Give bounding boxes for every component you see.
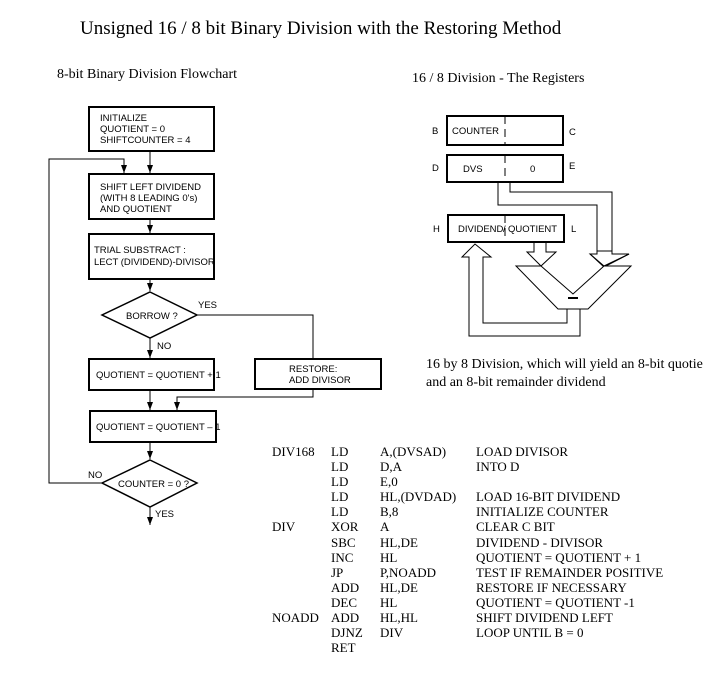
code-operand: B,8 (380, 504, 399, 520)
register-d-value: DVS (463, 164, 483, 175)
box-initialize-line: SHIFTCOUNTER = 4 (100, 135, 191, 146)
code-label (272, 580, 319, 595)
code-op: LD (331, 459, 349, 475)
code-operand: A (380, 519, 390, 535)
box-initialize-line: QUOTIENT = 0 (100, 124, 165, 135)
box-trial-subtract-line: TRIAL SUBSTRACT : (94, 245, 186, 256)
register-description: 16 by 8 Division, which will yield an 8-… (426, 357, 703, 390)
code-comment: DIVIDEND - DIVISOR (476, 534, 604, 550)
code-comment: INTO D (476, 459, 520, 475)
code-op: ADD (331, 579, 360, 595)
code-operand: E,0 (380, 474, 398, 490)
code-op: LD (331, 444, 349, 459)
counter-no-label: NO (88, 470, 102, 481)
box-restore-line: RESTORE: (289, 364, 337, 375)
box-quotient-dec-label: QUOTIENT = QUOTIENT – 1 (96, 422, 221, 433)
code-comment (476, 474, 663, 489)
register-label-e: E (569, 161, 575, 172)
code-comment: QUOTIENT = QUOTIENT + 1 (476, 549, 642, 565)
code-label (272, 565, 319, 580)
register-h-value: DIVIDEND (458, 224, 504, 235)
code-label: DIV168 (272, 444, 315, 459)
code-operand-column: A,(DVSAD) D,A E,0 HL,(DVDAD) B,8 A HL,DE HL P,NO… (380, 444, 456, 655)
register-b-value: COUNTER (452, 126, 499, 137)
dividend-pipe-left (525, 242, 558, 267)
code-label (272, 640, 319, 655)
code-comment (476, 640, 663, 655)
code-comment: SHIFT DIVIDEND LEFT (476, 610, 613, 626)
borrow-yes-label: YES (198, 300, 217, 311)
code-operand (380, 640, 456, 655)
code-comment: CLEAR C BIT (476, 519, 555, 535)
code-label-column: DIV168 DIV NOADD (272, 444, 319, 655)
code-operand: HL,DE (380, 534, 418, 550)
code-operand: A,(DVSAD) (380, 444, 447, 459)
box-shift-left-line: SHIFT LEFT DIVIDEND (100, 182, 201, 193)
code-comment: LOAD DIVISOR (476, 444, 569, 459)
counter-yes-label: YES (155, 509, 174, 520)
register-label-b: B (432, 126, 438, 137)
borrow-no-label: NO (157, 341, 171, 352)
code-comment: TEST IF REMAINDER POSITIVE (476, 564, 664, 580)
register-label-h: H (433, 224, 440, 235)
code-label (272, 459, 319, 474)
arrow-borrow-yes (197, 314, 314, 359)
code-op: INC (331, 549, 354, 565)
code-operand: DIV (380, 625, 404, 641)
code-label (272, 489, 319, 504)
box-initialize-line: INITIALIZE (100, 113, 147, 124)
code-label: DIV (272, 519, 296, 535)
register-label-l: L (571, 224, 576, 235)
box-quotient-inc-label: QUOTIENT = QUOTIENT + 1 (96, 370, 221, 381)
code-op: DEC (331, 594, 357, 610)
code-label (272, 474, 319, 489)
code-comment: RESTORE IF NECESSARY (476, 579, 627, 595)
register-label-c: C (569, 127, 576, 138)
code-comment: QUOTIENT = QUOTIENT -1 (476, 594, 635, 610)
code-operand: HL,DE (380, 579, 418, 595)
code-op: XOR (331, 519, 359, 535)
code-operand: D,A (380, 459, 403, 475)
box-restore-line: ADD DIVISOR (289, 375, 351, 386)
code-comment: LOAD 16-BIT DIVIDEND (476, 489, 621, 505)
code-operand: HL,HL (380, 610, 418, 626)
code-comment: LOOP UNTIL B = 0 (476, 625, 584, 641)
code-operand: HL (380, 549, 398, 565)
code-op: LD (331, 489, 349, 505)
code-label (272, 535, 319, 550)
code-operand: HL (380, 594, 398, 610)
code-operand: HL,(DVDAD) (380, 489, 457, 505)
code-label: NOADD (272, 610, 319, 626)
code-label (272, 595, 319, 610)
register-e-value: 0 (530, 164, 535, 175)
register-label-d: D (432, 163, 439, 174)
code-op: SBC (331, 534, 356, 550)
code-op: ADD (331, 610, 360, 626)
register-l-value: QUOTIENT (508, 224, 557, 235)
box-shift-left-line: (WITH 8 LEADING 0's) (100, 193, 197, 204)
decision-borrow-label: BORROW ? (126, 311, 178, 322)
box-shift-left-line: AND QUOTIENT (100, 204, 172, 215)
code-op: DJNZ (331, 625, 363, 641)
code-op: LD (331, 504, 349, 520)
code-label (272, 550, 319, 565)
decision-counter-label: COUNTER = 0 ? (118, 479, 189, 490)
code-op: JP (331, 564, 344, 580)
code-op: LD (331, 474, 349, 490)
code-label (272, 504, 319, 519)
code-op: RET (331, 640, 356, 656)
code-operand: P,NOADD (380, 564, 436, 580)
code-label (272, 625, 319, 640)
box-trial-subtract-line: LECT (DIVIDEND)-DIVISOR (94, 257, 215, 268)
register-hl-separator: / (503, 224, 506, 235)
code-comment-column: LOAD DIVISOR INTO D LOAD 16-BIT DIVIDEND IN… (476, 444, 663, 655)
arrow-restore-to-dec (174, 389, 314, 410)
code-comment: INITIALIZE COUNTER (476, 504, 609, 520)
alu-subtractor (514, 265, 633, 310)
code-op-column: LD LD LD LD LD XOR SBC INC JP ADD DEC ADD DJNZ RET (331, 444, 363, 655)
